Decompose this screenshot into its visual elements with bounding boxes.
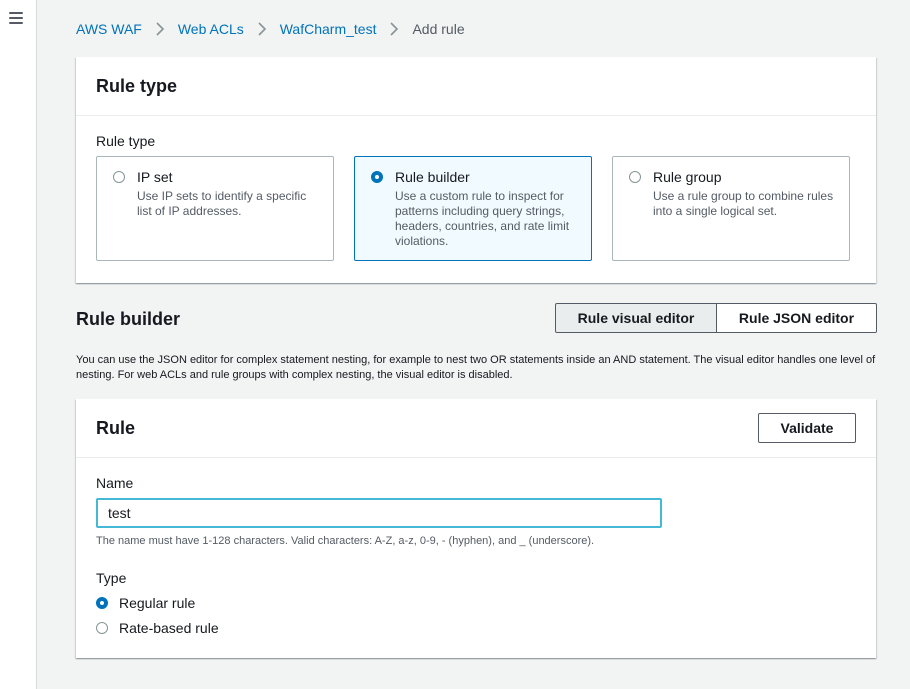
chevron-right-icon xyxy=(387,22,401,36)
tile-title-rule-builder: Rule builder xyxy=(395,169,470,185)
type-option-label-regular: Regular rule xyxy=(119,595,196,611)
side-navigation-rail xyxy=(0,0,37,689)
rule-type-panel-header: Rule type xyxy=(76,57,876,116)
rule-type-tile-ip-set[interactable]: IP set Use IP sets to identify a specifi… xyxy=(96,156,334,261)
tile-desc-rule-builder: Use a custom rule to inspect for pattern… xyxy=(395,189,570,248)
rule-json-editor-button[interactable]: Rule JSON editor xyxy=(717,303,877,333)
type-option-regular-rule[interactable]: Regular rule xyxy=(96,594,195,612)
rule-panel-header: Rule xyxy=(76,399,876,458)
tile-desc-ip-set: Use IP sets to identify a specific list … xyxy=(137,189,307,218)
rule-visual-editor-button[interactable]: Rule visual editor xyxy=(555,303,717,333)
radio-rule-group[interactable] xyxy=(629,171,641,183)
rule-panel: Rule Validate Name The name must have 1-… xyxy=(76,399,876,658)
breadcrumb-link-wafcharm-test[interactable]: WafCharm_test xyxy=(280,21,377,37)
breadcrumb-current: Add rule xyxy=(412,21,465,37)
rule-builder-info-text: You can use the JSON editor for complex … xyxy=(76,354,876,381)
tile-title-rule-group: Rule group xyxy=(653,169,722,185)
rule-type-panel-title: Rule type xyxy=(96,75,178,96)
hamburger-menu-icon[interactable] xyxy=(9,12,23,24)
name-constraint-hint: The name must have 1-128 characters. Val… xyxy=(96,535,595,547)
editor-mode-toggle: Rule visual editor Rule JSON editor xyxy=(555,303,877,333)
radio-rate-based-rule[interactable] xyxy=(96,622,108,634)
rule-type-tile-rule-group[interactable]: Rule group Use a rule group to combine r… xyxy=(612,156,850,261)
radio-rule-builder[interactable] xyxy=(371,171,383,183)
name-field-label: Name xyxy=(96,475,134,491)
tile-desc-rule-group: Use a rule group to combine rules into a… xyxy=(653,189,834,218)
tile-title-ip-set: IP set xyxy=(137,169,173,185)
name-input[interactable] xyxy=(96,498,662,528)
type-option-label-rate-based: Rate-based rule xyxy=(119,620,219,636)
rule-panel-title: Rule xyxy=(96,417,136,438)
breadcrumb-link-web-acls[interactable]: Web ACLs xyxy=(178,21,244,37)
rule-builder-heading: Rule builder xyxy=(76,309,181,329)
chevron-right-icon xyxy=(153,22,167,36)
rule-type-tile-rule-builder[interactable]: Rule builder Use a custom rule to inspec… xyxy=(354,156,592,261)
type-option-rate-based-rule[interactable]: Rate-based rule xyxy=(96,619,219,637)
rule-type-panel: Rule type Rule type IP set Use IP sets t… xyxy=(76,57,876,283)
breadcrumb-link-aws-waf[interactable]: AWS WAF xyxy=(76,21,142,37)
rule-type-field-label: Rule type xyxy=(96,133,156,149)
radio-regular-rule[interactable] xyxy=(96,597,108,609)
validate-button[interactable]: Validate xyxy=(758,413,856,443)
chevron-right-icon xyxy=(255,22,269,36)
breadcrumb: AWS WAF Web ACLs WafCharm_test Add rule xyxy=(76,21,465,37)
type-field-label: Type xyxy=(96,570,127,586)
radio-ip-set[interactable] xyxy=(113,171,125,183)
rule-type-tiles: IP set Use IP sets to identify a specifi… xyxy=(96,156,850,261)
